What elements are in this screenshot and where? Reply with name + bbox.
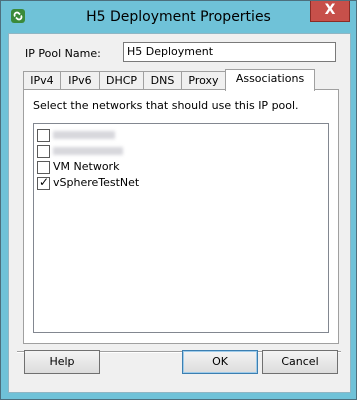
tab-proxy[interactable]: Proxy bbox=[181, 71, 226, 90]
tab-dns[interactable]: DNS bbox=[143, 71, 182, 90]
associations-panel: Select the networks that should use this… bbox=[23, 89, 339, 344]
tab-ipv6[interactable]: IPv6 bbox=[60, 71, 100, 90]
ip-pool-name-label: IP Pool Name: bbox=[25, 47, 101, 60]
network-checkbox[interactable] bbox=[37, 161, 50, 174]
dialog-body: IP Pool Name: H5 Deployment IPv4 IPv6 DH… bbox=[8, 33, 351, 393]
help-button[interactable]: Help bbox=[24, 350, 100, 374]
tab-dhcp[interactable]: DHCP bbox=[99, 71, 144, 90]
tab-associations[interactable]: Associations bbox=[225, 69, 315, 91]
network-label: VM Network bbox=[53, 160, 120, 173]
network-checkbox[interactable]: ✓ bbox=[37, 175, 50, 190]
window-title: H5 Deployment Properties bbox=[86, 9, 271, 25]
redacted-network-name bbox=[53, 131, 115, 139]
network-list[interactable]: VM Network ✓ vSphereTestNet bbox=[33, 123, 329, 333]
checkmark-icon: ✓ bbox=[39, 175, 50, 189]
network-checkbox[interactable] bbox=[37, 145, 50, 158]
network-checkbox[interactable] bbox=[37, 129, 50, 142]
cancel-button[interactable]: Cancel bbox=[262, 350, 338, 374]
network-label: vSphereTestNet bbox=[53, 176, 140, 189]
ip-pool-name-input[interactable]: H5 Deployment bbox=[123, 42, 336, 62]
title-bar[interactable]: H5 Deployment Properties X bbox=[1, 1, 356, 33]
instructions-text: Select the networks that should use this… bbox=[33, 99, 299, 112]
tab-ipv4[interactable]: IPv4 bbox=[23, 71, 61, 90]
close-button[interactable]: X bbox=[310, 1, 350, 22]
ok-button[interactable]: OK bbox=[182, 350, 258, 374]
redacted-network-name bbox=[53, 147, 123, 155]
properties-dialog: H5 Deployment Properties X IP Pool Name:… bbox=[0, 0, 357, 400]
